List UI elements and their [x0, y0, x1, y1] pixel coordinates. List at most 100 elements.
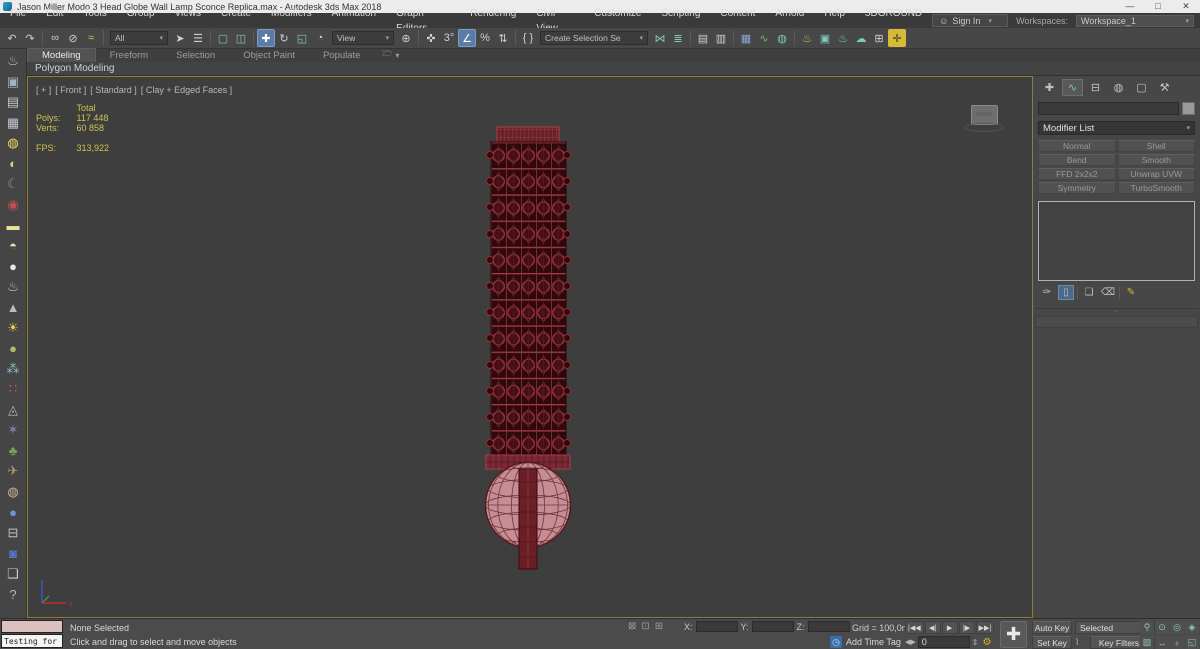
object-color-swatch[interactable] — [1182, 102, 1195, 115]
key-filter-icon[interactable]: ⌇ — [1075, 637, 1079, 648]
polygon-modeling-panel-bar[interactable]: Polygon Modeling — [27, 62, 1200, 76]
crumpled-ball-icon[interactable]: ✶ — [3, 420, 24, 441]
mirror-icon[interactable]: ⋈ — [651, 29, 669, 47]
document-icon[interactable]: ❏ — [3, 564, 24, 585]
y-coordinate[interactable]: Y: — [741, 621, 794, 632]
tab-populate[interactable]: Populate — [309, 49, 375, 62]
maxscript-mini-listener-white[interactable]: Testing for ; — [1, 634, 63, 648]
pan-icon[interactable]: ↔ — [1155, 636, 1169, 649]
modifier-turbosmooth-button[interactable]: TurboSmooth — [1117, 182, 1195, 194]
play-button[interactable]: ▶ — [941, 621, 958, 634]
modifier-normal-button[interactable]: Normal — [1038, 140, 1116, 152]
configure-modifier-sets-icon[interactable]: ✎ — [1123, 285, 1139, 300]
window-crossing-icon[interactable]: ◫ — [232, 29, 250, 47]
spinner-snap-toggle-icon[interactable]: ⇅ — [494, 29, 512, 47]
x-coordinate[interactable]: X: — [684, 621, 738, 632]
foliage-icon[interactable]: ♣ — [3, 441, 24, 462]
frame-step-icon[interactable]: ◀▶ — [905, 638, 916, 646]
select-and-manipulate-icon[interactable]: ✜ — [422, 29, 440, 47]
select-and-place-icon[interactable]: ◔ — [311, 29, 329, 47]
maximize-button[interactable]: □ — [1144, 0, 1172, 13]
basket-object-icon[interactable]: ◬ — [3, 400, 24, 421]
redo-icon[interactable]: ↷ — [21, 29, 39, 47]
bind-to-space-warp-icon[interactable]: ≈ — [82, 29, 100, 47]
lamp-sconce-model[interactable] — [28, 77, 1034, 617]
list-panel-icon[interactable]: ▤ — [3, 92, 24, 113]
orbit-icon[interactable]: ♁ — [1170, 636, 1184, 649]
z-coordinate-field[interactable] — [807, 621, 850, 632]
modifier-stack[interactable] — [1038, 201, 1195, 281]
light-bulb-icon[interactable]: ◍ — [3, 133, 24, 154]
lamp-cage[interactable] — [486, 141, 571, 457]
unlink-selection-icon[interactable]: ⊘ — [64, 29, 82, 47]
modifier-smooth-button[interactable]: Smooth — [1117, 154, 1195, 166]
key-mode-icon[interactable]: ⚙ — [982, 637, 991, 648]
layer-explorer-icon[interactable]: ▥ — [712, 29, 730, 47]
schematic-view-icon[interactable]: ∿ — [755, 29, 773, 47]
remove-modifier-icon[interactable]: ⌫ — [1100, 285, 1116, 300]
object-name-field[interactable] — [1038, 102, 1179, 115]
previous-frame-button[interactable]: ◀| — [924, 621, 941, 634]
current-frame-field[interactable]: 0 — [917, 636, 970, 648]
selection-lock-icon[interactable]: ⊡ — [641, 621, 649, 632]
render-setup-icon[interactable]: ♨ — [798, 29, 816, 47]
render-window-icon[interactable]: ▣ — [3, 72, 24, 93]
cone-primitive-icon[interactable]: ▲ — [3, 297, 24, 318]
zoom-extents-all-icon[interactable]: ◈ — [1185, 621, 1199, 634]
select-object-icon[interactable]: ➤ — [171, 29, 189, 47]
modifier-unwrap-uvw-button[interactable]: Unwrap UVW — [1117, 168, 1195, 180]
viewport-layout-tabs-icon[interactable]: ⊞ — [870, 29, 888, 47]
workspace-dropdown[interactable]: Workspace_1 ▾ — [1076, 14, 1194, 27]
selection-filter-dropdown[interactable]: All ▾ — [110, 31, 168, 45]
molecule-icon[interactable]: ∷ — [3, 379, 24, 400]
render-in-cloud-icon[interactable]: ☁ — [852, 29, 870, 47]
tab-modeling[interactable]: Modeling — [27, 48, 96, 62]
moon-sphere-icon[interactable]: ☾ — [3, 174, 24, 195]
select-and-scale-icon[interactable]: ◱ — [293, 29, 311, 47]
set-keys-button[interactable]: ✚ — [1000, 621, 1027, 648]
add-time-tag[interactable]: ◷ Add Time Tag — [830, 636, 901, 648]
modify-tab-icon[interactable]: ∿ — [1062, 79, 1083, 96]
display-tab-icon[interactable]: ▢ — [1131, 79, 1152, 96]
undo-icon[interactable]: ↶ — [3, 29, 21, 47]
go-to-start-button[interactable]: |◀◀ — [905, 621, 924, 634]
edit-named-selection-sets-icon[interactable]: { } — [519, 29, 537, 47]
maximize-viewport-icon[interactable]: ◱ — [1185, 636, 1199, 649]
auto-key-button[interactable]: Auto Key — [1032, 621, 1072, 634]
olive-sphere-icon[interactable]: ● — [3, 338, 24, 359]
zoom-region-icon[interactable]: ▧ — [1140, 636, 1154, 649]
z-coordinate[interactable]: Z: — [797, 621, 850, 632]
tab-object-paint[interactable]: Object Paint — [229, 49, 309, 62]
select-by-name-icon[interactable]: ☰ — [189, 29, 207, 47]
rendered-frame-window-icon[interactable]: ▣ — [816, 29, 834, 47]
lamp-cap[interactable] — [496, 126, 560, 143]
modifier-list-dropdown[interactable]: Modifier List ▾ — [1038, 121, 1195, 135]
sign-in-button[interactable]: ☺ Sign In ▾ — [932, 14, 1009, 27]
align-icon[interactable]: ≣ — [669, 29, 687, 47]
material-editor-icon[interactable]: ◍ — [773, 29, 791, 47]
frame-spinner[interactable]: ⇕ — [972, 638, 979, 647]
snap-toggle-3d-icon[interactable]: 3° — [440, 29, 458, 47]
named-selection-sets-dropdown[interactable]: Create Selection Se ▾ — [540, 31, 648, 45]
tab-freeform[interactable]: Freeform — [96, 49, 163, 62]
motion-tab-icon[interactable]: ◍ — [1108, 79, 1129, 96]
help-icon[interactable]: ? — [3, 584, 24, 605]
gold-plus-icon[interactable]: ✛ — [888, 29, 906, 47]
absolute-mode-icon[interactable]: ⊞ — [655, 621, 663, 632]
close-button[interactable]: ✕ — [1172, 0, 1200, 13]
glossy-sphere-icon[interactable]: ● — [3, 502, 24, 523]
sun-light-icon[interactable]: ☀ — [3, 318, 24, 339]
camera-icon[interactable]: ◉ — [3, 195, 24, 216]
curve-editor-icon[interactable]: ▦ — [737, 29, 755, 47]
patterned-sphere-icon[interactable]: ◍ — [3, 482, 24, 503]
maxscript-mini-listener-pink[interactable] — [1, 620, 63, 633]
modifier-bend-button[interactable]: Bend — [1038, 154, 1116, 166]
next-frame-button[interactable]: |▶ — [958, 621, 975, 634]
hierarchy-tab-icon[interactable]: ⊟ — [1085, 79, 1106, 96]
ribbon-overflow-button[interactable]: 🗁 ▾ — [374, 48, 407, 62]
modifier-ffd-button[interactable]: FFD 2x2x2 — [1038, 168, 1116, 180]
lamp-rod[interactable] — [518, 468, 538, 570]
go-to-end-button[interactable]: ▶▶| — [975, 621, 995, 634]
reference-coordinate-system-dropdown[interactable]: View ▾ — [332, 31, 394, 45]
spreadsheet-panel-icon[interactable]: ▦ — [3, 113, 24, 134]
